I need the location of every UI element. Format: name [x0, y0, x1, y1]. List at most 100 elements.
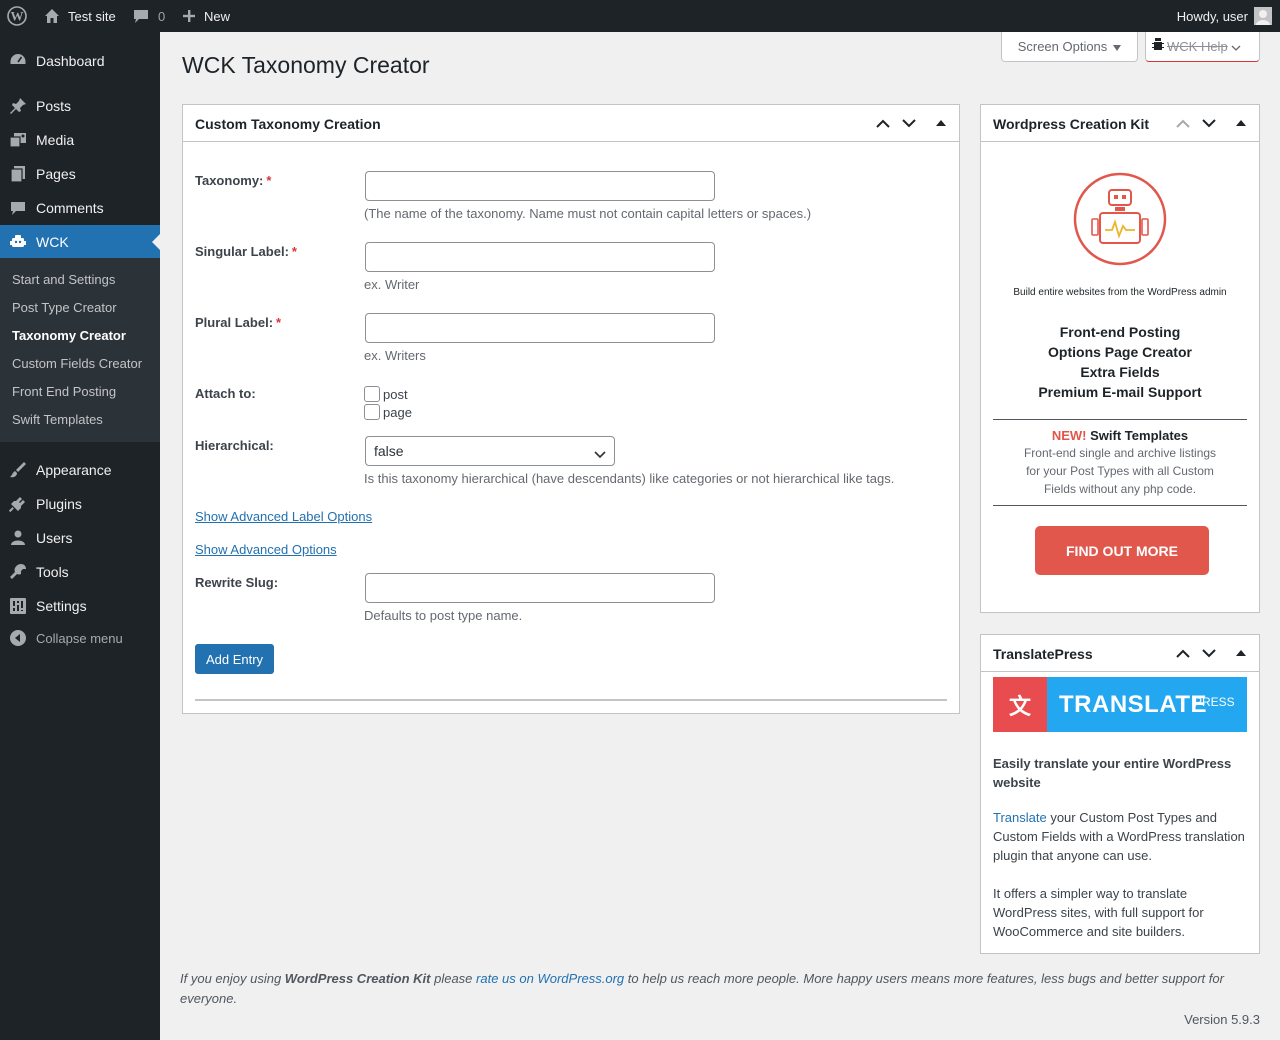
- rate-us-link[interactable]: rate us on WordPress.org: [476, 971, 624, 986]
- feature-item: Extra Fields: [1080, 364, 1160, 380]
- divider: [993, 505, 1247, 506]
- feature-item: Front-end Posting: [1059, 324, 1181, 340]
- page-title: WCK Taxonomy Creator: [182, 52, 430, 78]
- wp-version: Version 5.9.3: [1184, 1012, 1260, 1027]
- singular-label-description: ex. Writer: [364, 277, 420, 292]
- collapse-menu-button[interactable]: Collapse menu: [0, 621, 160, 655]
- submenu-item-custom-fields-creator[interactable]: Custom Fields Creator: [12, 356, 142, 371]
- move-down-icon[interactable]: [1199, 113, 1219, 133]
- submenu-item-front-end-posting[interactable]: Front End Posting: [12, 384, 116, 399]
- taxonomy-field-label: Taxonomy: *: [195, 173, 272, 188]
- admin-bar: W Test site 0 New Howdy, user: [0, 0, 1280, 32]
- wordpress-logo-icon[interactable]: W: [7, 0, 27, 32]
- plural-label-field-label: Plural Label: *: [195, 315, 282, 330]
- taxonomy-description: (The name of the taxonomy. Name must not…: [364, 206, 812, 221]
- footer-rating-text: If you enjoy using WordPress Creation Ki…: [180, 971, 1224, 1006]
- wck-tagline: Build entire websites from the WordPress…: [1013, 287, 1227, 298]
- svg-text:W: W: [11, 9, 24, 24]
- wck-icon: [8, 233, 28, 251]
- submenu-item-swift-templates[interactable]: Swift Templates: [12, 412, 103, 427]
- plural-label-input[interactable]: [365, 313, 715, 343]
- screen-options-button[interactable]: Screen Options: [1001, 32, 1138, 62]
- move-up-icon[interactable]: [1173, 113, 1193, 133]
- find-out-more-button[interactable]: FIND OUT MORE: [1035, 526, 1209, 575]
- attach-page-checkbox[interactable]: [364, 404, 380, 420]
- submenu-item-start-settings[interactable]: Start and Settings: [12, 272, 115, 287]
- swift-desc-line: for your Post Types with all Custom: [1026, 464, 1214, 478]
- banner-press: PRESS: [1194, 695, 1235, 709]
- move-down-icon[interactable]: [1199, 643, 1219, 663]
- chevron-down-icon: [594, 446, 606, 462]
- move-up-icon[interactable]: [1173, 643, 1193, 663]
- sidebar-item-tools[interactable]: Tools: [0, 555, 160, 589]
- translatepress-box: TranslatePress 文 TRANSLATE PRESS Easily …: [980, 634, 1260, 954]
- sidebar-item-plugins[interactable]: Plugins: [0, 487, 160, 521]
- postbox-title: TranslatePress: [993, 646, 1093, 662]
- comment-icon: [133, 8, 149, 24]
- pages-icon: [8, 165, 28, 183]
- sidebar-item-comments[interactable]: Comments: [0, 191, 160, 225]
- toggle-panel-icon[interactable]: [1231, 643, 1251, 663]
- show-advanced-label-options-link[interactable]: Show Advanced Label Options: [195, 509, 372, 524]
- translate-glyph-icon: 文: [993, 677, 1047, 732]
- sidebar-item-users[interactable]: Users: [0, 521, 160, 555]
- users-icon: [8, 529, 28, 547]
- add-entry-button[interactable]: Add Entry: [195, 644, 274, 674]
- postbox-header: Custom Taxonomy Creation: [183, 105, 959, 142]
- attach-page-label: page: [383, 405, 412, 420]
- collapse-icon: [8, 629, 28, 647]
- sidebar-item-appearance[interactable]: Appearance: [0, 453, 160, 487]
- taxonomy-input[interactable]: [365, 171, 715, 201]
- my-account-link[interactable]: Howdy, user: [1177, 0, 1272, 32]
- avatar: [1254, 7, 1272, 25]
- sidebar-item-settings[interactable]: Settings: [0, 589, 160, 623]
- wck-submenu: Start and Settings Post Type Creator Tax…: [0, 258, 160, 442]
- taxonomy-creation-box: Custom Taxonomy Creation Taxonomy: * (The…: [182, 104, 960, 714]
- submenu-item-post-type-creator[interactable]: Post Type Creator: [12, 300, 117, 315]
- tp-paragraph: It offers a simpler way to translate Wor…: [993, 886, 1204, 939]
- new-content-link[interactable]: New: [182, 0, 230, 32]
- postbox-title: Custom Taxonomy Creation: [195, 116, 381, 132]
- home-icon: [44, 8, 60, 24]
- move-down-icon[interactable]: [899, 113, 919, 133]
- sidebar-item-dashboard[interactable]: Dashboard: [0, 44, 160, 78]
- show-advanced-options-link[interactable]: Show Advanced Options: [195, 542, 337, 557]
- site-name-link[interactable]: Test site: [44, 0, 116, 32]
- wrench-icon: [8, 563, 28, 581]
- banner-word: TRANSLATE: [1059, 691, 1208, 718]
- comment-icon: [8, 199, 28, 217]
- move-up-icon[interactable]: [873, 113, 893, 133]
- plural-label-description: ex. Writers: [364, 348, 426, 363]
- postbox-header: Wordpress Creation Kit: [981, 105, 1259, 142]
- tp-paragraph: Translate your Custom Post Types and Cus…: [993, 810, 1245, 863]
- translatepress-banner[interactable]: 文 TRANSLATE PRESS: [993, 677, 1247, 732]
- attach-to-label: Attach to:: [195, 386, 256, 401]
- swift-desc-line: Fields without any php code.: [1043, 482, 1197, 496]
- attach-post-checkbox[interactable]: [364, 386, 380, 402]
- translate-link[interactable]: Translate: [993, 810, 1047, 825]
- pin-icon: [8, 97, 28, 115]
- howdy-text: Howdy, user: [1176, 8, 1248, 24]
- dashboard-icon: [8, 52, 28, 70]
- singular-label-input[interactable]: [365, 242, 715, 272]
- hierarchical-select[interactable]: false: [365, 436, 615, 466]
- divider: [993, 419, 1247, 420]
- comments-link[interactable]: 0: [133, 0, 165, 32]
- submenu-item-taxonomy-creator[interactable]: Taxonomy Creator: [12, 328, 126, 343]
- bug-icon: [1152, 38, 1164, 55]
- sidebar-item-media[interactable]: Media: [0, 123, 160, 157]
- new-label: New: [204, 8, 231, 24]
- media-icon: [8, 131, 28, 149]
- admin-sidebar: Dashboard Posts Media Pages Comments WCK…: [0, 32, 160, 1040]
- toggle-panel-icon[interactable]: [931, 113, 951, 133]
- tp-headline: Easily translate your entire WordPress w…: [993, 756, 1232, 790]
- plugin-icon: [8, 495, 28, 513]
- sidebar-item-pages[interactable]: Pages: [0, 157, 160, 191]
- wck-help-button[interactable]: WCK Help: [1145, 32, 1260, 62]
- rewrite-slug-input[interactable]: [365, 573, 715, 603]
- postbox-title: Wordpress Creation Kit: [993, 116, 1150, 132]
- wck-promo-box: Wordpress Creation Kit Build entire webs…: [980, 104, 1260, 613]
- sidebar-item-posts[interactable]: Posts: [0, 89, 160, 123]
- sidebar-item-wck[interactable]: WCK: [0, 225, 160, 259]
- toggle-panel-icon[interactable]: [1231, 113, 1251, 133]
